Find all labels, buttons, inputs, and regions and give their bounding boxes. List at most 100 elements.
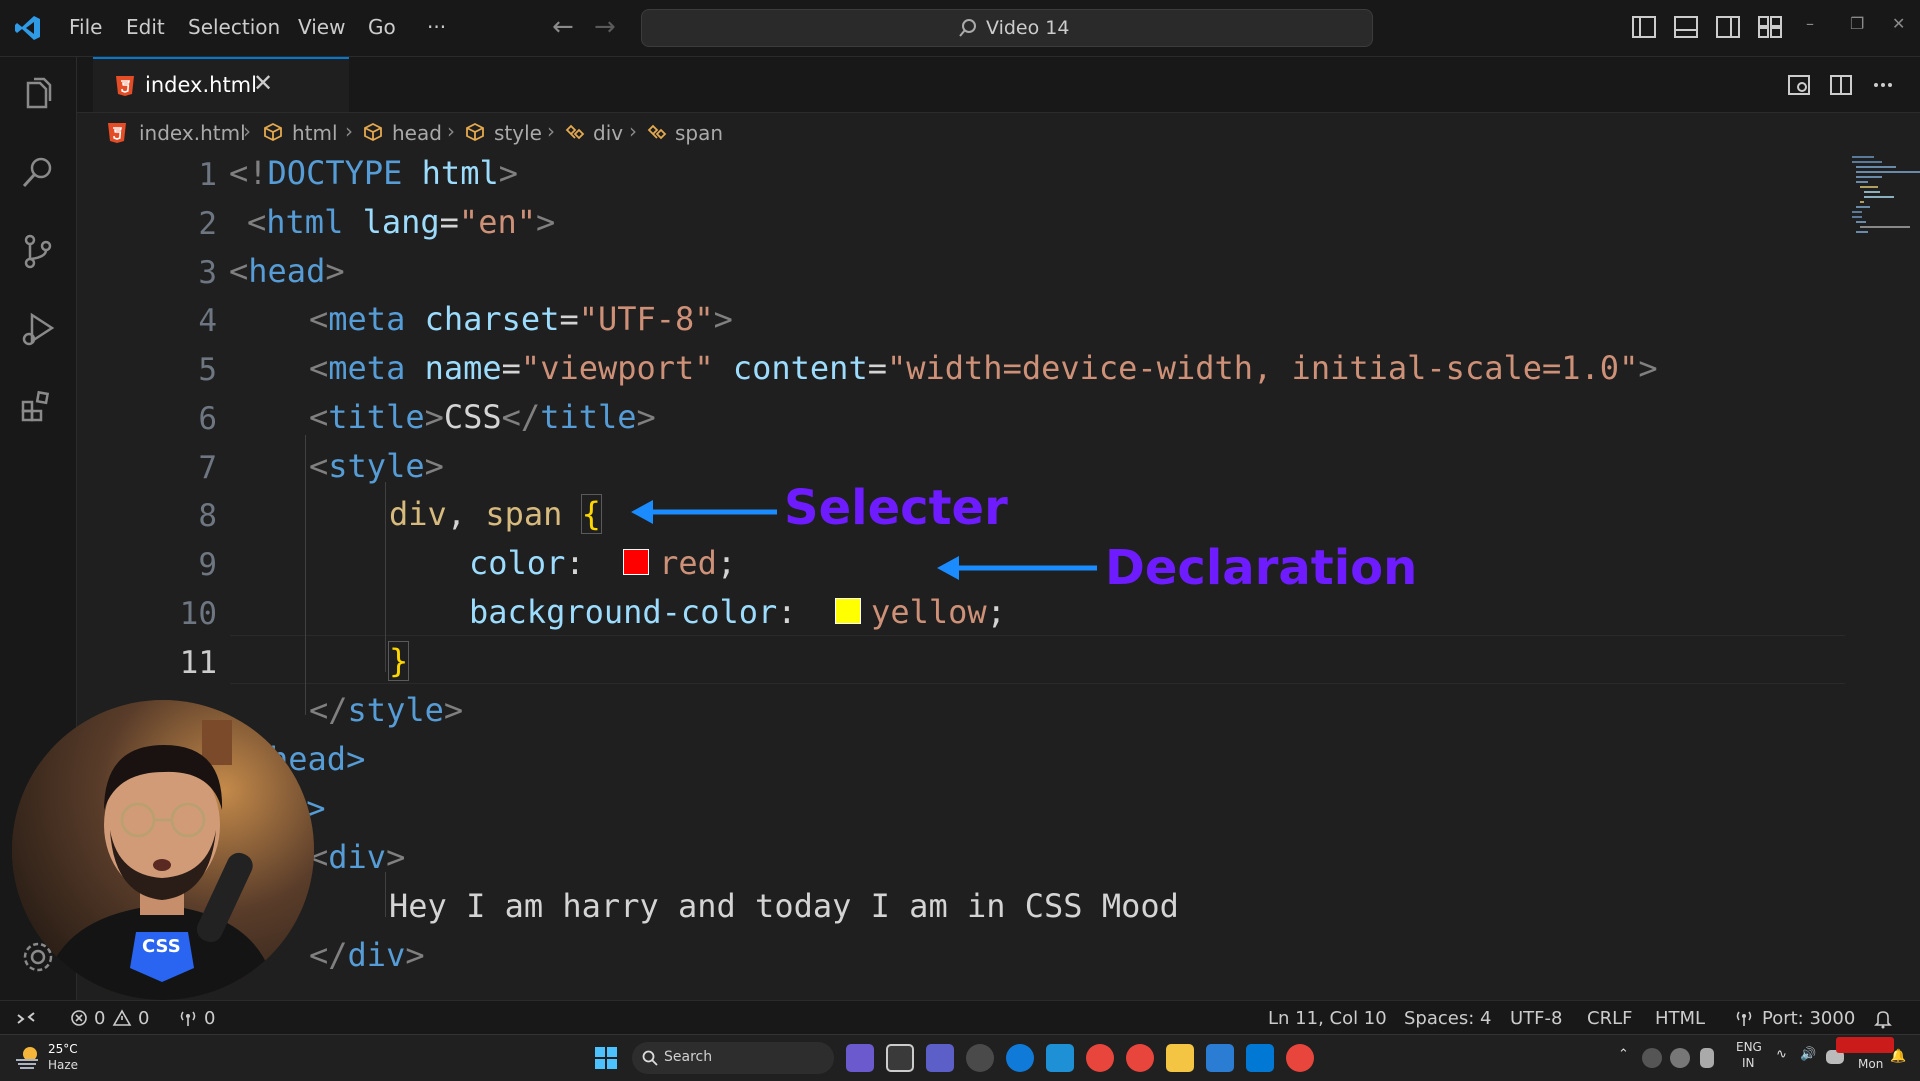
notifications-bell-icon[interactable] xyxy=(1874,1009,1892,1029)
error-icon xyxy=(71,1010,87,1026)
menu-more[interactable]: ··· xyxy=(427,15,446,39)
teams-app-icon[interactable] xyxy=(926,1044,954,1072)
breadcrumb-head[interactable]: head xyxy=(392,121,442,145)
language-mode[interactable]: HTML xyxy=(1655,1008,1705,1029)
code-line-2: <html lang="en"> xyxy=(247,203,556,241)
code-line-3: <head> xyxy=(229,252,345,290)
volume-icon[interactable]: 🔊 xyxy=(1800,1047,1816,1062)
code-line-16: Hey I am harry and today I am in CSS Moo… xyxy=(389,887,1179,925)
selector-annotation: Selecter xyxy=(784,480,1008,536)
remote-indicator[interactable] xyxy=(0,1001,52,1035)
breadcrumb-file[interactable]: index.html xyxy=(139,121,246,145)
line-number: 1 xyxy=(198,157,217,193)
minimap[interactable] xyxy=(1852,152,1920,272)
breadcrumb-div[interactable]: div xyxy=(593,121,623,145)
widgets-app-icon[interactable] xyxy=(846,1044,874,1072)
declaration-annotation: Declaration xyxy=(1105,540,1418,596)
search-view-icon[interactable] xyxy=(18,153,58,193)
input-region[interactable]: IN xyxy=(1742,1056,1755,1070)
breadcrumb-html[interactable]: html xyxy=(292,121,338,145)
code-line-15: <div> xyxy=(309,838,406,876)
restore-button[interactable]: ❐ xyxy=(1850,14,1864,33)
menu-file[interactable]: File xyxy=(69,15,102,39)
toggle-secondary-sidebar-icon[interactable] xyxy=(1716,16,1740,38)
todo-app-icon[interactable] xyxy=(1206,1044,1234,1072)
notification-bell-icon[interactable]: 🔔 xyxy=(1890,1049,1906,1064)
close-window-button[interactable]: ✕ xyxy=(1892,14,1905,33)
tray-overflow-icon[interactable]: ⌃ xyxy=(1618,1047,1629,1062)
microphone-icon[interactable] xyxy=(1700,1048,1714,1068)
chrome-app-icon[interactable] xyxy=(1086,1044,1114,1072)
file-explorer-icon[interactable] xyxy=(1166,1044,1194,1072)
split-editor-icon[interactable] xyxy=(1829,73,1853,97)
chrome-app-icon[interactable] xyxy=(1286,1044,1314,1072)
menu-selection[interactable]: Selection xyxy=(188,15,280,39)
menu-edit[interactable]: Edit xyxy=(126,15,165,39)
end-of-line[interactable]: CRLF xyxy=(1587,1008,1632,1029)
tab-index-html[interactable]: index.html ✕ xyxy=(93,57,349,112)
wifi-icon[interactable]: ∿ xyxy=(1776,1047,1787,1062)
file-encoding[interactable]: UTF-8 xyxy=(1510,1008,1562,1029)
command-center-search[interactable]: Video 14 xyxy=(641,9,1373,47)
indentation[interactable]: Spaces: 4 xyxy=(1404,1008,1491,1029)
customize-layout-icon[interactable] xyxy=(1758,16,1782,38)
task-view-icon[interactable] xyxy=(886,1044,914,1072)
live-server-port[interactable]: Port: 3000 xyxy=(1762,1008,1855,1029)
toggle-primary-sidebar-icon[interactable] xyxy=(1632,16,1656,38)
breadcrumb-style[interactable]: style xyxy=(494,121,542,145)
open-preview-icon[interactable] xyxy=(1787,73,1811,97)
windows-taskbar: 25°C Haze Search ⌃ ENG IN ∿ 🔊 Mon 🔔 xyxy=(0,1034,1920,1081)
onedrive-icon[interactable] xyxy=(1670,1048,1690,1068)
warning-icon xyxy=(112,1009,132,1026)
chrome-app-icon[interactable] xyxy=(1126,1044,1154,1072)
run-debug-icon[interactable] xyxy=(18,309,58,349)
code-line-6: <title>CSS</title> xyxy=(309,398,656,436)
windows-start-icon[interactable] xyxy=(594,1046,618,1070)
extensions-icon[interactable] xyxy=(18,387,58,427)
skype-app-icon[interactable] xyxy=(1046,1044,1074,1072)
vscode-taskbar-icon[interactable] xyxy=(1246,1044,1274,1072)
settings-app-icon[interactable] xyxy=(966,1044,994,1072)
subscribe-badge xyxy=(1836,1037,1894,1053)
code-line-11: } xyxy=(387,641,410,681)
back-arrow-icon[interactable]: ← xyxy=(552,12,574,42)
minimize-button[interactable]: – xyxy=(1806,14,1814,33)
weather-widget[interactable]: 25°C Haze xyxy=(14,1042,78,1074)
line-number: 2 xyxy=(198,206,217,242)
chevron-right-icon: › xyxy=(243,119,251,143)
forward-arrow-icon[interactable]: → xyxy=(594,12,616,42)
menu-go[interactable]: Go xyxy=(368,15,396,39)
chevron-right-icon: › xyxy=(345,119,353,143)
menu-view[interactable]: View xyxy=(298,15,345,39)
symbol-element-icon xyxy=(466,122,484,142)
source-control-icon[interactable] xyxy=(18,231,58,271)
warnings-count[interactable]: 0 xyxy=(138,1008,149,1029)
tray-app-icon[interactable] xyxy=(1642,1048,1662,1068)
toggle-panel-icon[interactable] xyxy=(1674,16,1698,38)
html5-file-icon xyxy=(116,76,134,96)
errors-count[interactable]: 0 xyxy=(94,1008,105,1029)
ports-count[interactable]: 0 xyxy=(204,1008,215,1029)
line-number-active: 11 xyxy=(179,645,217,681)
command-center-label: Video 14 xyxy=(986,17,1070,39)
status-bar: 0 0 0 Ln 11, Col 10 Spaces: 4 UTF-8 CRLF… xyxy=(0,1000,1920,1035)
indent-guide xyxy=(385,872,386,917)
breadcrumb-span[interactable]: span xyxy=(675,121,723,145)
input-language[interactable]: ENG xyxy=(1736,1040,1762,1054)
current-line-highlight xyxy=(230,635,1845,684)
symbol-element-icon xyxy=(264,122,282,142)
taskbar-search[interactable]: Search xyxy=(632,1042,834,1074)
code-editor[interactable]: 1 2 3 4 5 6 7 8 9 10 11 <!DOCTYPE html> … xyxy=(77,152,1920,1000)
search-icon xyxy=(642,1050,658,1066)
cursor-position[interactable]: Ln 11, Col 10 xyxy=(1268,1008,1387,1029)
close-tab-icon[interactable]: ✕ xyxy=(253,69,273,97)
more-actions-icon[interactable] xyxy=(1871,73,1895,97)
temperature: 25°C xyxy=(48,1042,78,1056)
html5-file-icon xyxy=(108,123,126,143)
code-line-1: <!DOCTYPE html> xyxy=(229,154,518,192)
broadcast-icon xyxy=(1736,1011,1752,1026)
clock-day[interactable]: Mon xyxy=(1858,1057,1883,1071)
edge-app-icon[interactable] xyxy=(1006,1044,1034,1072)
explorer-icon[interactable] xyxy=(18,75,58,115)
tab-label: index.html xyxy=(145,73,257,97)
